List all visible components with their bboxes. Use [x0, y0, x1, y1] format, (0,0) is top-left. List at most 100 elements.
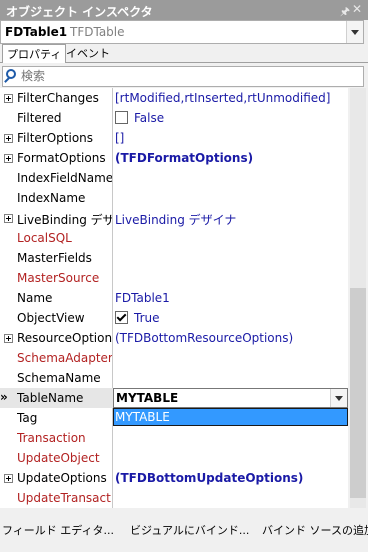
property-row[interactable]: Name FDTable1: [0, 288, 348, 308]
field-editor-link[interactable]: フィールド エディタ...: [2, 522, 114, 538]
expand-icon[interactable]: [4, 214, 13, 223]
property-row[interactable]: UpdateTransaction: [0, 488, 348, 508]
property-row[interactable]: MasterFields: [0, 248, 348, 268]
row-gutter: [0, 88, 16, 108]
expand-icon[interactable]: [4, 94, 13, 103]
dropdown-option[interactable]: MYTABLE: [114, 409, 347, 425]
property-row[interactable]: UpdateOptions (TFDBottomUpdateOptions): [0, 468, 348, 488]
property-value[interactable]: LiveBinding デザイナ: [115, 211, 347, 228]
row-gutter: [0, 308, 16, 328]
title-bar: オブジェクト インスペクタ 🖈 ✕: [0, 0, 368, 20]
row-gutter: [0, 268, 16, 288]
property-value[interactable]: (TFDFormatOptions): [115, 151, 347, 165]
chevron-down-icon[interactable]: [330, 389, 347, 407]
current-row-icon: »: [0, 390, 8, 404]
row-gutter: [0, 428, 16, 448]
property-row[interactable]: Transaction: [0, 428, 348, 448]
property-name: TableName: [17, 391, 84, 405]
scroll-thumb[interactable]: [350, 288, 366, 498]
property-value[interactable]: []: [115, 131, 347, 145]
add-bind-source-link[interactable]: バインド ソースの追加: [262, 522, 368, 538]
row-gutter: [0, 328, 16, 348]
search-input[interactable]: [21, 68, 351, 83]
row-gutter: »: [0, 388, 16, 408]
property-row[interactable]: LocalSQL: [0, 228, 348, 248]
row-gutter: [0, 468, 16, 488]
row-gutter: [0, 368, 16, 388]
property-row[interactable]: ResourceOptions (TFDBottomResourceOptions…: [0, 328, 348, 348]
window-title: オブジェクト インスペクタ: [6, 5, 153, 19]
row-gutter: [0, 108, 16, 128]
property-name: Transaction: [17, 431, 86, 445]
vertical-scrollbar[interactable]: [348, 88, 368, 508]
property-value[interactable]: (TFDBottomResourceOptions): [115, 331, 347, 345]
search-box[interactable]: [2, 66, 364, 87]
property-row[interactable]: FilterChanges [rtModified,rtInserted,rtUn…: [0, 88, 348, 108]
property-name: LiveBinding デザイナ: [17, 213, 112, 227]
property-name: UpdateOptions: [17, 471, 107, 485]
property-row[interactable]: » TableName MYTABLE: [0, 388, 348, 408]
property-name: MasterFields: [17, 251, 92, 265]
property-row[interactable]: UpdateObject: [0, 448, 348, 468]
property-value[interactable]: False: [115, 111, 347, 125]
property-grid: FilterChanges [rtModified,rtInserted,rtUn…: [0, 88, 348, 508]
status-bar: フィールド エディタ... ビジュアルにバインド... バインド ソースの追加: [0, 508, 368, 552]
close-icon[interactable]: ✕: [352, 2, 362, 16]
property-name: Filtered: [17, 111, 62, 125]
property-name: UpdateObject: [17, 451, 100, 465]
property-row[interactable]: IndexName: [0, 188, 348, 208]
expand-icon[interactable]: [4, 154, 13, 163]
property-name: FilterChanges: [17, 91, 99, 105]
property-name: FilterOptions: [17, 131, 94, 145]
property-row[interactable]: FormatOptions (TFDFormatOptions): [0, 148, 348, 168]
tab-properties[interactable]: プロパティ: [2, 44, 67, 63]
row-gutter: [0, 488, 16, 508]
bind-visually-link[interactable]: ビジュアルにバインド...: [130, 522, 249, 538]
property-row[interactable]: ObjectView True: [0, 308, 348, 328]
property-row[interactable]: SchemaName: [0, 368, 348, 388]
property-name: ResourceOptions: [17, 331, 112, 345]
property-name: SchemaAdapter: [17, 351, 112, 365]
property-value[interactable]: (TFDBottomUpdateOptions): [115, 471, 347, 485]
property-row[interactable]: Filtered False: [0, 108, 348, 128]
checkbox[interactable]: [115, 311, 128, 324]
property-name: MasterSource: [17, 271, 100, 285]
row-gutter: [0, 288, 16, 308]
property-name: UpdateTransaction: [17, 491, 112, 505]
row-gutter: [0, 228, 16, 248]
property-name: FormatOptions: [17, 151, 106, 165]
property-name: LocalSQL: [17, 231, 72, 245]
row-gutter: [0, 128, 16, 148]
chevron-down-icon[interactable]: [346, 21, 363, 43]
checkbox-label: True: [134, 311, 160, 325]
checkbox[interactable]: [115, 111, 128, 124]
row-gutter: [0, 348, 16, 368]
property-row[interactable]: MasterSource: [0, 268, 348, 288]
property-name: Name: [17, 291, 53, 305]
row-gutter: [0, 188, 16, 208]
property-name: ObjectView: [17, 311, 85, 325]
property-value[interactable]: FDTable1: [115, 291, 347, 305]
property-row[interactable]: IndexFieldNames: [0, 168, 348, 188]
property-row[interactable]: LiveBinding デザイナLiveBinding デザイナ: [0, 208, 348, 228]
object-name: FDTable1: [5, 25, 68, 39]
object-class: TFDTable: [70, 25, 125, 39]
table-name-dropdown: MYTABLE: [113, 408, 348, 426]
property-row[interactable]: FilterOptions []: [0, 128, 348, 148]
checkbox-label: False: [134, 111, 165, 125]
tab-bar: プロパティ イベント: [0, 44, 368, 63]
expand-icon[interactable]: [4, 334, 13, 343]
row-gutter: [0, 208, 16, 228]
expand-icon[interactable]: [4, 474, 13, 483]
object-selector[interactable]: FDTable1 TFDTable: [0, 20, 364, 44]
row-gutter: [0, 408, 16, 428]
property-value[interactable]: True: [115, 311, 347, 325]
property-name: IndexName: [17, 191, 86, 205]
property-name: SchemaName: [17, 371, 101, 385]
property-name: IndexFieldNames: [17, 171, 112, 185]
expand-icon[interactable]: [4, 134, 13, 143]
property-value-combo[interactable]: MYTABLE: [113, 388, 348, 408]
tab-events[interactable]: イベント: [62, 44, 114, 61]
property-row[interactable]: SchemaAdapter: [0, 348, 348, 368]
property-value[interactable]: [rtModified,rtInserted,rtUnmodified]: [115, 91, 347, 105]
